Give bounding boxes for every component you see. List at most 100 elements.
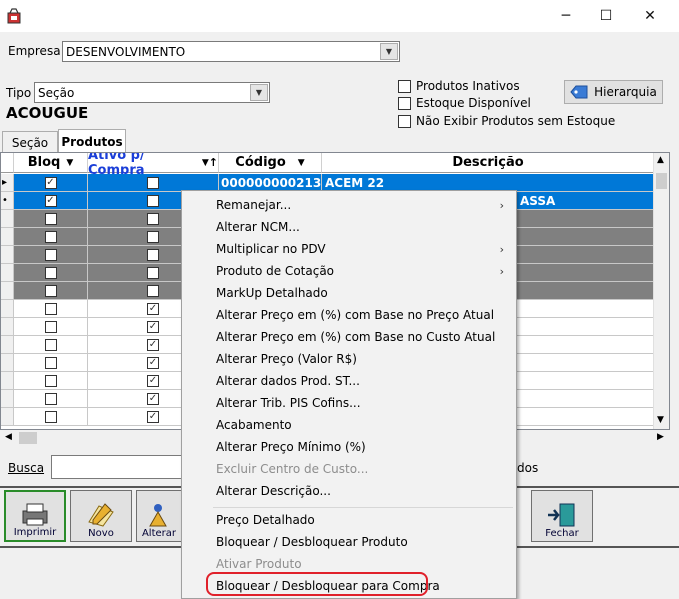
busca-input[interactable] bbox=[51, 455, 191, 479]
menu-item[interactable]: Multiplicar no PDV bbox=[216, 242, 326, 256]
ativo-compra-checkbox[interactable] bbox=[147, 176, 159, 189]
ativo-compra-checkbox[interactable] bbox=[147, 230, 159, 243]
bloq-checkbox[interactable] bbox=[44, 230, 57, 243]
close-button[interactable]: ✕ bbox=[627, 0, 673, 32]
empresa-select[interactable]: DESENVOLVIMENTO ▼ bbox=[62, 41, 400, 62]
ativo-compra-checkbox[interactable]: ✓ bbox=[147, 320, 159, 333]
imprimir-button[interactable]: Imprimir bbox=[4, 490, 66, 542]
produtos-inativos-checkbox[interactable] bbox=[398, 80, 411, 93]
menu-item[interactable]: Alterar Preço Mínimo (%) bbox=[216, 440, 366, 454]
row-indicator-header bbox=[1, 153, 14, 173]
ativo-compra-checkbox[interactable] bbox=[147, 248, 159, 261]
row-indicator bbox=[1, 372, 14, 390]
nao-exibir-sem-estoque-label: Não Exibir Produtos sem Estoque bbox=[416, 114, 616, 128]
menu-separator bbox=[213, 507, 513, 508]
menu-item[interactable]: Alterar Descrição... bbox=[216, 484, 331, 498]
row-indicator bbox=[1, 282, 14, 300]
ativo-compra-checkbox[interactable]: ✓ bbox=[147, 392, 159, 405]
vertical-scrollbar[interactable]: ▲ ▼ bbox=[653, 153, 669, 429]
bloq-checkbox[interactable] bbox=[44, 320, 57, 333]
bloq-cell bbox=[14, 210, 88, 228]
scrollbar-thumb[interactable] bbox=[19, 432, 37, 444]
estoque-disponivel-label: Estoque Disponível bbox=[416, 96, 531, 110]
nao-exibir-sem-estoque-checkbox[interactable] bbox=[398, 115, 411, 128]
chevron-right-icon[interactable]: ▶ bbox=[657, 432, 664, 442]
fechar-button[interactable]: Fechar bbox=[531, 490, 593, 542]
bloq-checkbox[interactable] bbox=[44, 212, 57, 225]
bloq-checkbox[interactable] bbox=[44, 248, 57, 261]
chevron-down-icon[interactable]: ▼ bbox=[298, 158, 305, 168]
row-indicator bbox=[1, 390, 14, 408]
bloq-cell bbox=[14, 300, 88, 318]
tipo-label: Tipo bbox=[6, 86, 32, 100]
ativo-compra-checkbox[interactable] bbox=[147, 212, 159, 225]
ativo-compra-checkbox[interactable]: ✓ bbox=[147, 356, 159, 369]
ativo-compra-checkbox[interactable] bbox=[147, 266, 159, 279]
bloq-cell bbox=[14, 264, 88, 282]
menu-item[interactable]: Alterar dados Prod. ST... bbox=[216, 374, 360, 388]
scrollbar-thumb[interactable] bbox=[656, 173, 667, 189]
novo-button[interactable]: Novo bbox=[70, 490, 132, 542]
empresa-value: DESENVOLVIMENTO bbox=[66, 45, 186, 59]
chevron-right-icon: › bbox=[499, 199, 504, 212]
menu-item[interactable]: Preço Detalhado bbox=[216, 513, 315, 527]
menu-item[interactable]: Alterar NCM... bbox=[216, 220, 300, 234]
busca-label: Busca bbox=[8, 461, 45, 475]
bloq-cell bbox=[14, 390, 88, 408]
tab-secao[interactable]: Seção bbox=[2, 131, 58, 153]
produtos-inativos-label: Produtos Inativos bbox=[416, 79, 520, 93]
bloq-checkbox[interactable]: ✓ bbox=[44, 176, 57, 189]
ativo-compra-checkbox[interactable]: ✓ bbox=[147, 302, 159, 315]
tipo-select[interactable]: Seção ▼ bbox=[34, 82, 270, 103]
estoque-disponivel-checkbox[interactable] bbox=[398, 97, 411, 110]
row-indicator bbox=[1, 408, 14, 426]
ativo-compra-checkbox[interactable] bbox=[147, 194, 159, 207]
tab-produtos[interactable]: Produtos bbox=[58, 129, 126, 153]
menu-item[interactable]: MarkUp Detalhado bbox=[216, 286, 328, 300]
chevron-down-icon[interactable]: ▼ bbox=[380, 43, 398, 60]
ativo-compra-checkbox[interactable]: ✓ bbox=[147, 374, 159, 387]
menu-item[interactable]: Alterar Trib. PIS Cofins... bbox=[216, 396, 361, 410]
chevron-right-icon: › bbox=[499, 265, 504, 278]
bloq-cell bbox=[14, 228, 88, 246]
bloq-checkbox[interactable] bbox=[44, 266, 57, 279]
header-bloq[interactable]: Bloq ▼ bbox=[14, 153, 88, 173]
maximize-button[interactable]: ☐ bbox=[583, 0, 629, 32]
bloq-checkbox[interactable] bbox=[44, 302, 57, 315]
header-descricao[interactable]: Descrição bbox=[322, 153, 655, 173]
chevron-down-icon[interactable]: ▼ bbox=[657, 415, 664, 425]
menu-item[interactable]: Alterar Preço em (%) com Base no Custo A… bbox=[216, 330, 495, 344]
bloq-cell bbox=[14, 372, 88, 390]
menu-item[interactable]: Acabamento bbox=[216, 418, 292, 432]
header-ativo-compra[interactable]: Ativo p/ Compra ▼ ↑ bbox=[88, 153, 219, 178]
header-codigo[interactable]: Código ▼ bbox=[219, 153, 322, 173]
bloq-checkbox[interactable] bbox=[44, 284, 57, 297]
menu-item[interactable]: Bloquear / Desbloquear Produto bbox=[216, 535, 408, 549]
chevron-left-icon[interactable]: ◀ bbox=[5, 432, 12, 442]
bloq-checkbox[interactable]: ✓ bbox=[44, 194, 57, 207]
bloq-checkbox[interactable] bbox=[44, 392, 57, 405]
ativo-compra-checkbox[interactable]: ✓ bbox=[147, 338, 159, 351]
chevron-down-icon[interactable]: ▼ bbox=[250, 84, 268, 101]
bloq-checkbox[interactable] bbox=[44, 374, 57, 387]
chevron-down-icon[interactable]: ▼ bbox=[202, 158, 209, 168]
row-indicator bbox=[1, 300, 14, 318]
menu-item[interactable]: Alterar Preço em (%) com Base no Preço A… bbox=[216, 308, 494, 322]
alterar-button[interactable]: Alterar bbox=[136, 490, 182, 542]
chevron-up-icon[interactable]: ▲ bbox=[657, 155, 664, 165]
ativo-compra-checkbox[interactable]: ✓ bbox=[147, 410, 159, 423]
menu-item[interactable]: Produto de Cotação bbox=[216, 264, 334, 278]
menu-item[interactable]: Remanejar... bbox=[216, 198, 291, 212]
tipo-value: Seção bbox=[38, 86, 75, 100]
bloq-checkbox[interactable] bbox=[44, 356, 57, 369]
bloq-cell bbox=[14, 282, 88, 300]
hierarquia-button[interactable]: Hierarquia bbox=[564, 80, 663, 104]
bloq-cell bbox=[14, 318, 88, 336]
row-indicator: • bbox=[1, 192, 14, 210]
ativo-compra-checkbox[interactable] bbox=[147, 284, 159, 297]
bloq-checkbox[interactable] bbox=[44, 338, 57, 351]
chevron-down-icon[interactable]: ▼ bbox=[66, 158, 73, 168]
row-indicator bbox=[1, 228, 14, 246]
bloq-checkbox[interactable] bbox=[44, 410, 57, 423]
menu-item[interactable]: Alterar Preço (Valor R$) bbox=[216, 352, 357, 366]
